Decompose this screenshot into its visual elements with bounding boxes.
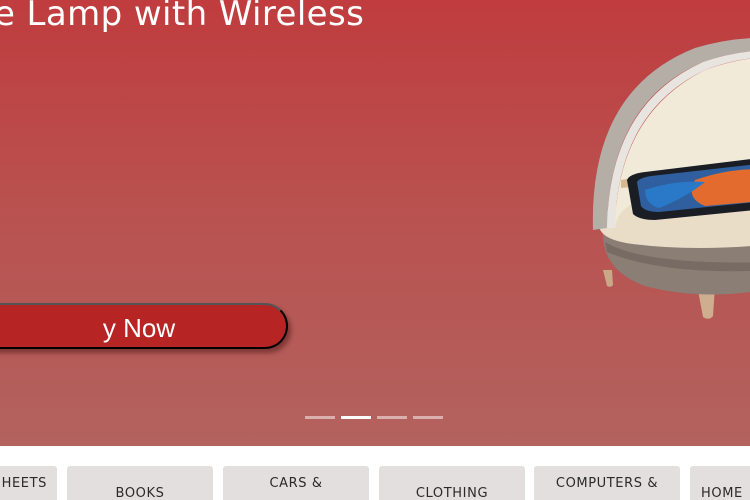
- category-computers[interactable]: COMPUTERS &: [534, 466, 680, 500]
- carousel-dot-4[interactable]: [413, 416, 443, 419]
- wireless-charger-lamp-image: [592, 38, 750, 319]
- category-books[interactable]: BOOKS: [67, 466, 213, 500]
- buy-now-button[interactable]: y Now: [0, 303, 288, 349]
- category-label: HEETS: [1, 476, 47, 491]
- category-label: CARS &: [269, 476, 323, 491]
- category-home[interactable]: HOME: [690, 466, 750, 500]
- carousel-dot-3[interactable]: [377, 416, 407, 419]
- category-sheets[interactable]: HEETS: [0, 466, 57, 500]
- category-label: CLOTHING: [415, 486, 489, 500]
- category-label: COMPUTERS &: [555, 476, 659, 491]
- category-cars[interactable]: CARS &: [223, 466, 369, 500]
- category-strip: HEETS BOOKS CARS & CLOTHING COMPUTERS & …: [0, 446, 750, 500]
- category-clothing[interactable]: CLOTHING: [379, 466, 525, 500]
- carousel-dot-2[interactable]: [341, 416, 371, 419]
- category-label: HOME: [701, 486, 743, 500]
- category-label: BOOKS: [115, 486, 165, 500]
- carousel-dot-1[interactable]: [305, 416, 335, 419]
- hero-banner: e Lamp with Wireless y Now: [0, 0, 750, 446]
- hero-title: e Lamp with Wireless: [0, 0, 365, 34]
